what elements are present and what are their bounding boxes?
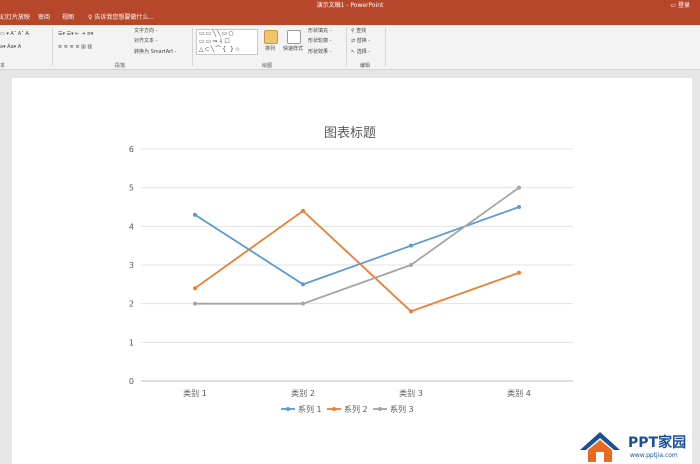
legend-marker — [332, 407, 336, 411]
data-point[interactable] — [193, 286, 197, 291]
y-tick-label: 3 — [129, 261, 134, 270]
x-tick-label: 类别 3 — [399, 388, 423, 398]
y-tick-label: 0 — [129, 377, 134, 386]
y-tick-label: 4 — [129, 222, 134, 231]
data-point[interactable] — [517, 205, 521, 209]
legend-label: 系列 3 — [390, 404, 414, 414]
data-point[interactable] — [409, 243, 413, 248]
x-tick-label: 类别 2 — [291, 388, 315, 398]
data-point[interactable] — [301, 282, 305, 287]
y-tick-label: 2 — [129, 300, 134, 309]
x-tick-label: 类别 1 — [183, 388, 207, 398]
data-point[interactable] — [193, 301, 197, 306]
y-tick-label: 1 — [129, 338, 134, 347]
data-point[interactable] — [517, 185, 521, 190]
legend-label: 系列 1 — [298, 404, 322, 414]
series-line[interactable] — [194, 206, 520, 286]
data-point[interactable] — [517, 270, 521, 275]
watermark-url: www.pptjia.com — [630, 452, 678, 459]
data-point[interactable] — [193, 212, 197, 217]
data-point[interactable] — [301, 208, 305, 213]
legend-marker — [378, 407, 382, 411]
y-tick-label: 6 — [129, 145, 134, 154]
data-point[interactable] — [409, 263, 413, 267]
legend-label: 系列 2 — [344, 404, 368, 414]
line-chart[interactable]: 0 1 2 3 4 5 6 类别 1 类别 2 类别 3 类别 4 系列 1 系列 2 系列 3 — [0, 0, 700, 464]
legend-marker — [286, 407, 290, 411]
watermark-brand: PPT家园 — [628, 435, 687, 451]
y-tick-label: 5 — [129, 184, 134, 193]
data-point[interactable] — [409, 309, 413, 314]
data-point[interactable] — [301, 301, 305, 306]
x-tick-label: 类别 4 — [507, 388, 531, 398]
